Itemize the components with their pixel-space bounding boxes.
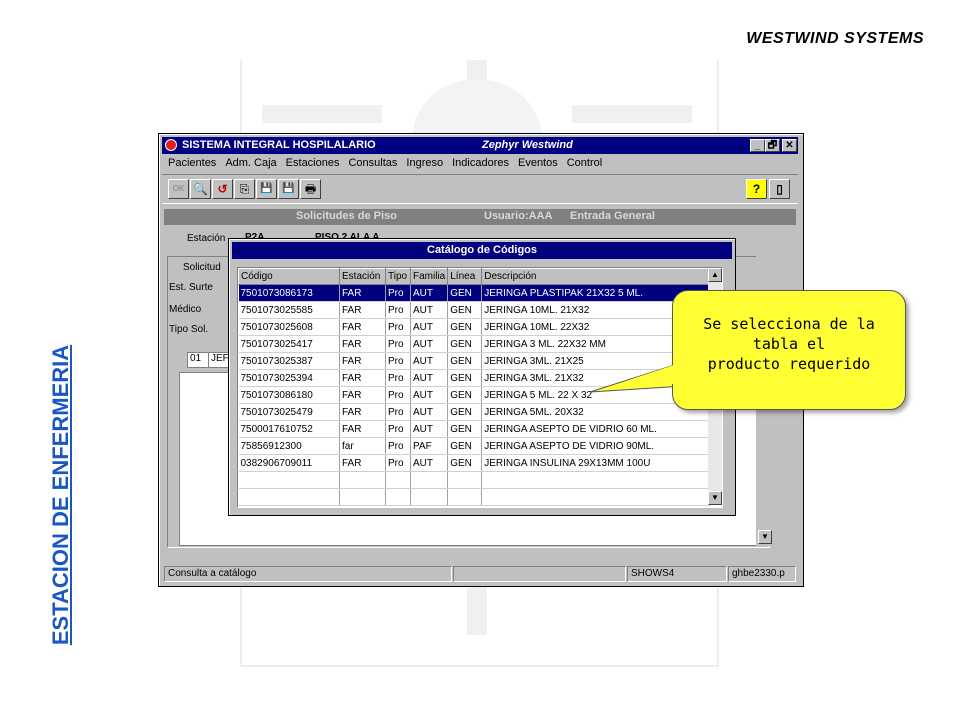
callout-pointer-cover <box>602 359 701 389</box>
